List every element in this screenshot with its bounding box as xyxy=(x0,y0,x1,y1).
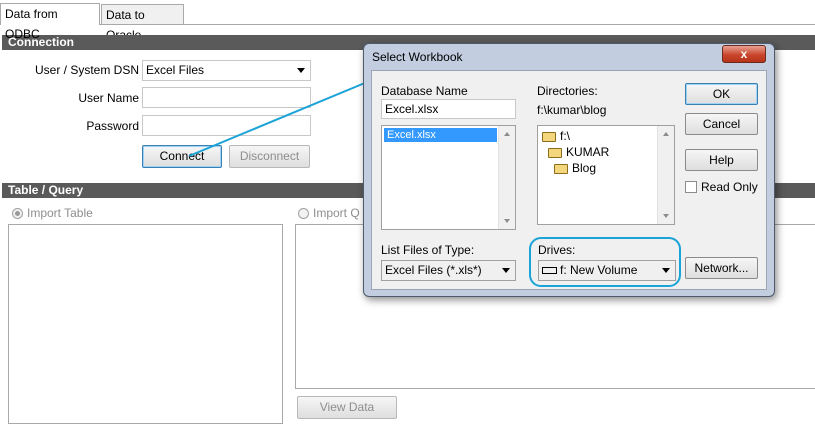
scroll-down-icon xyxy=(663,214,669,218)
chevron-down-icon xyxy=(502,268,510,273)
database-name-input[interactable]: Excel.xlsx xyxy=(381,99,516,119)
file-list-scrollbar[interactable] xyxy=(498,126,515,229)
folder-open-icon xyxy=(542,131,556,142)
file-listbox[interactable]: Excel.xlsx xyxy=(381,125,516,230)
cancel-button[interactable]: Cancel xyxy=(685,113,758,135)
directories-label: Directories: xyxy=(537,84,598,98)
file-item-selected[interactable]: Excel.xlsx xyxy=(384,128,497,142)
close-icon: x xyxy=(740,47,748,61)
dir-root-label: f:\ xyxy=(560,129,571,143)
scroll-down-icon xyxy=(504,219,510,223)
ok-button[interactable]: OK xyxy=(685,83,758,105)
dir-blog-label: Blog xyxy=(572,161,597,175)
read-only-label: Read Only xyxy=(701,180,758,194)
select-workbook-dialog: Select Workbook x Database Name Excel.xl… xyxy=(363,43,775,297)
scroll-up-icon xyxy=(504,132,510,136)
dir-item-root[interactable]: f:\ xyxy=(542,129,570,143)
close-button[interactable]: x xyxy=(722,45,766,63)
directory-listbox[interactable]: f:\ KUMAR Blog xyxy=(537,125,675,225)
folder-open-icon xyxy=(554,163,568,174)
dir-kumar-label: KUMAR xyxy=(566,145,610,159)
current-directory: f:\kumar\blog xyxy=(537,103,607,117)
dialog-title: Select Workbook xyxy=(372,50,463,64)
read-only-checkbox[interactable] xyxy=(685,181,697,193)
list-type-dropdown[interactable]: Excel Files (*.xls*) xyxy=(381,260,516,281)
directory-list-scrollbar[interactable] xyxy=(657,126,674,224)
dir-item-blog[interactable]: Blog xyxy=(554,161,596,175)
list-type-label: List Files of Type: xyxy=(381,243,475,257)
scroll-up-icon xyxy=(663,132,669,136)
folder-open-icon xyxy=(548,147,562,158)
help-button[interactable]: Help xyxy=(685,149,758,171)
network-button[interactable]: Network... xyxy=(685,257,758,279)
database-name-label: Database Name xyxy=(381,84,468,98)
dialog-body: Database Name Excel.xlsx Excel.xlsx Dire… xyxy=(371,70,767,290)
drives-highlight xyxy=(529,237,681,287)
dir-item-kumar[interactable]: KUMAR xyxy=(548,145,609,159)
list-type-value: Excel Files (*.xls*) xyxy=(385,263,482,277)
tab-data-from-odbc[interactable]: Data from ODBC xyxy=(0,3,100,41)
